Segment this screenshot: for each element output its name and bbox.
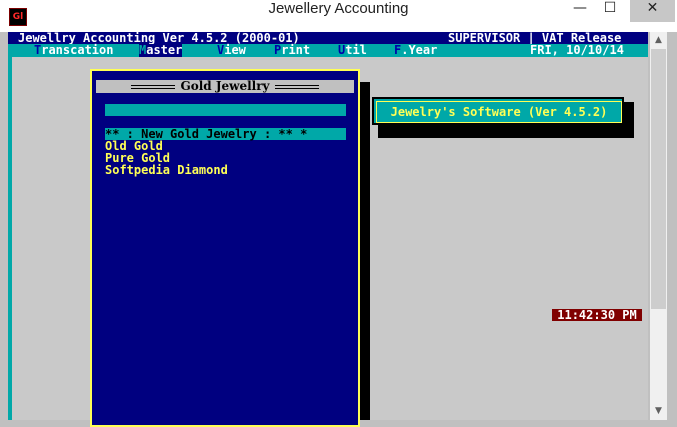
title-line-right [274, 84, 319, 89]
menu-bar: Transcation Master View Print Util F.Yea… [8, 44, 648, 57]
search-field[interactable] [105, 104, 346, 116]
scroll-up-arrow-icon[interactable]: ▲ [650, 32, 667, 49]
vertical-scrollbar[interactable]: ▲ ▼ [650, 32, 667, 420]
title-line-left [131, 84, 176, 89]
scroll-down-arrow-icon[interactable]: ▼ [650, 403, 667, 420]
scroll-thumb[interactable] [651, 49, 666, 309]
maximize-button[interactable]: ☐ [596, 0, 624, 22]
menu-transaction[interactable]: Transcation [34, 44, 113, 57]
menu-financial-year[interactable]: F.Year [394, 44, 437, 57]
gold-jewellry-panel [90, 69, 360, 427]
menu-label: ranscation [41, 43, 114, 57]
menu-label: til [345, 43, 367, 57]
menu-label: rint [281, 43, 311, 57]
menu-label: .Year [401, 43, 438, 57]
software-info-box: Jewelry's Software (Ver 4.5.2) [372, 97, 624, 125]
menu-label: iew [224, 43, 246, 57]
console-left-edge [8, 57, 12, 420]
current-date: FRI, 10/10/14 [530, 43, 624, 57]
list-item-softpedia-diamond[interactable]: Softpedia Diamond [105, 164, 228, 176]
close-button[interactable]: ✕ [630, 0, 675, 22]
title-bar: Gl Jewellery Accounting — ☐ ✕ [0, 0, 677, 32]
panel-title-text: Gold Jewellry [180, 79, 270, 93]
clock-display: 11:42:30 PM [552, 309, 642, 321]
menu-print[interactable]: Print [274, 44, 310, 57]
menu-util[interactable]: Util [338, 44, 367, 57]
menu-master[interactable]: Master [139, 43, 183, 57]
menu-view[interactable]: View [217, 44, 246, 57]
minimize-button[interactable]: — [566, 0, 594, 22]
software-version-text: Jewelry's Software (Ver 4.5.2) [376, 101, 622, 123]
panel-title: Gold Jewellry [96, 80, 354, 93]
menu-label: aster [146, 43, 183, 57]
